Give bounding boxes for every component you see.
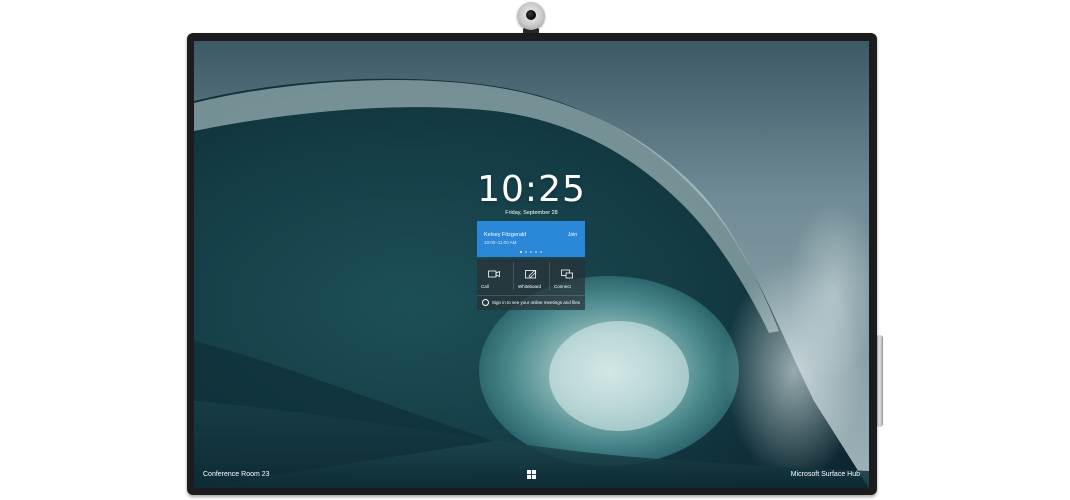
whiteboard-label: Whiteboard: [518, 284, 542, 289]
signin-row[interactable]: Sign in to see your online meetings and …: [477, 295, 585, 311]
surface-hub-product-image: 10:25 Friday, September 28 Kelsey Fitzge…: [0, 0, 1070, 500]
lock-screen-time: 10:25: [477, 169, 586, 210]
connect-button[interactable]: Connect: [550, 259, 585, 293]
carousel-dot[interactable]: [535, 251, 537, 253]
connect-label: Connect: [554, 284, 571, 289]
pen-icon: [876, 335, 883, 427]
signin-text: Sign in to see your online meetings and …: [492, 300, 581, 305]
device-frame: 10:25 Friday, September 28 Kelsey Fitzge…: [187, 33, 877, 495]
connect-screens-icon: [561, 269, 573, 279]
room-name: Conference Room 23: [203, 471, 270, 478]
windows-logo-icon[interactable]: [527, 470, 536, 479]
webcam-icon: [517, 2, 545, 36]
call-button[interactable]: Call: [477, 259, 512, 293]
carousel-dot[interactable]: [540, 251, 542, 253]
lock-screen: 10:25 Friday, September 28 Kelsey Fitzge…: [194, 41, 869, 488]
carousel-dots: [477, 251, 585, 253]
actions-panel: Call Whiteboard Connect Sign in to see y…: [477, 259, 585, 310]
camera-lens: [526, 10, 536, 20]
person-icon: [482, 299, 489, 306]
meeting-organizer: Kelsey Fitzgerald: [484, 232, 527, 238]
video-camera-icon: [488, 270, 500, 278]
carousel-dot[interactable]: [520, 251, 522, 253]
whiteboard-button[interactable]: Whiteboard: [514, 259, 549, 293]
meeting-card[interactable]: Kelsey Fitzgerald 10:00–11:00 AM Join: [477, 221, 585, 257]
lock-screen-date: Friday, September 28: [505, 210, 558, 216]
device-name: Microsoft Surface Hub: [790, 471, 860, 478]
call-label: Call: [481, 284, 489, 289]
whiteboard-pen-icon: [525, 270, 537, 279]
carousel-dot[interactable]: [530, 251, 532, 253]
meeting-time: 10:00–11:00 AM: [484, 240, 517, 245]
join-button[interactable]: Join: [568, 232, 577, 238]
carousel-dot[interactable]: [525, 251, 527, 253]
